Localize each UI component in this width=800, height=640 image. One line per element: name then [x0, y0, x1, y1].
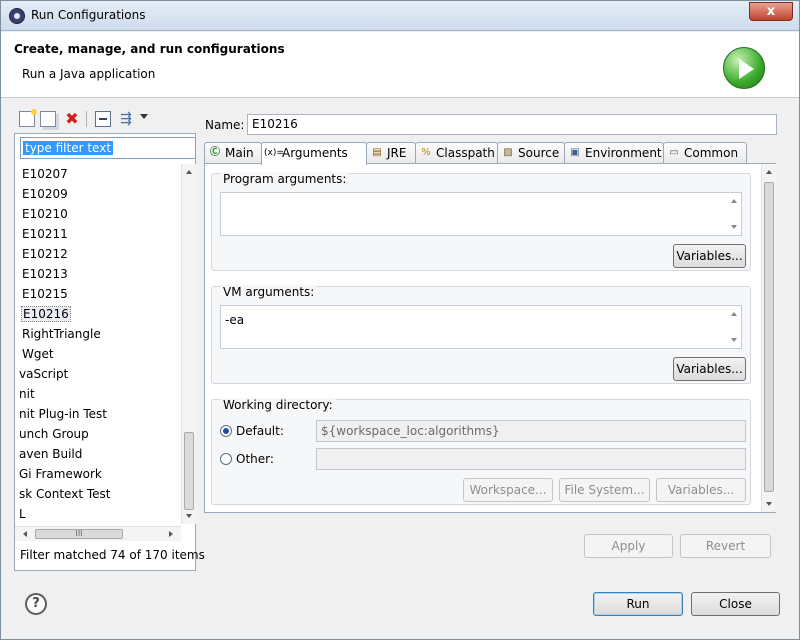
jre-tab-icon: ▤	[372, 147, 382, 158]
environment-tab-icon: ▣	[570, 147, 580, 158]
filter-placeholder: type filter text	[23, 141, 114, 155]
filter-input[interactable]: type filter text	[20, 137, 196, 159]
tree-item[interactable]: nit Plug-in Test	[19, 404, 107, 424]
configurations-toolbar: ✖ ⇶	[14, 108, 196, 132]
name-input[interactable]: E10216	[247, 114, 777, 135]
default-directory-field: ${workspace_loc:algorithms}	[316, 420, 746, 442]
filter-status: Filter matched 74 of 170 items	[20, 548, 205, 562]
scroll-thumb[interactable]	[184, 432, 194, 510]
file-system-button[interactable]: File System...	[559, 478, 650, 502]
default-radio[interactable]	[220, 425, 232, 437]
other-directory-field[interactable]	[316, 448, 746, 470]
tree-item[interactable]: Gi Framework	[19, 464, 102, 484]
scroll-up-icon[interactable]	[731, 312, 737, 316]
other-label: Other:	[236, 452, 274, 466]
scroll-up-icon[interactable]	[731, 199, 737, 203]
window-close-button[interactable]: x	[749, 2, 793, 21]
tab-jre[interactable]: ▤ JRE	[366, 142, 416, 164]
close-button[interactable]: Close	[691, 592, 780, 616]
program-arguments-label: Program arguments:	[221, 172, 349, 186]
tree-item[interactable]: sk Context Test	[19, 484, 110, 504]
vm-arguments-textarea[interactable]: -ea	[220, 305, 742, 349]
scroll-thumb[interactable]: III	[35, 529, 123, 539]
eclipse-icon	[9, 8, 25, 24]
working-directory-label: Working directory:	[221, 398, 335, 412]
tab-classpath[interactable]: % Classpath	[415, 142, 498, 164]
configurations-panel: type filter text E10207 E10209 E10210 E1…	[14, 133, 205, 571]
configurations-tree: E10207 E10209 E10210 E10211 E10212 E1021…	[15, 164, 179, 524]
new-config-icon[interactable]	[19, 109, 37, 127]
tree-item[interactable]: E10212	[22, 244, 68, 264]
tree-item[interactable]: RightTriangle	[22, 324, 101, 344]
common-tab-icon: ▭	[669, 147, 679, 158]
source-tab-icon: ▧	[503, 147, 513, 158]
tree-item[interactable]: E10211	[22, 224, 68, 244]
config-tabs: Ⓒ Main (x)= Arguments ▤ JRE % Classpath …	[204, 142, 776, 165]
tree-item[interactable]: E10210	[22, 204, 68, 224]
working-dir-variables-button[interactable]: Variables...	[656, 478, 746, 502]
arguments-tab-content: Program arguments: Variables... VM argum…	[204, 163, 776, 513]
apply-button[interactable]: Apply	[584, 534, 673, 558]
tree-item[interactable]: E10215	[22, 284, 68, 304]
scroll-thumb[interactable]	[764, 182, 774, 492]
program-arguments-group: Program arguments: Variables...	[211, 172, 751, 271]
revert-button[interactable]: Revert	[680, 534, 771, 558]
program-variables-button[interactable]: Variables...	[673, 244, 746, 268]
tree-item[interactable]: nit	[19, 384, 35, 404]
scroll-right-icon[interactable]	[169, 531, 173, 537]
default-label: Default:	[236, 424, 284, 438]
vm-arguments-group: VM arguments: -ea Variables...	[211, 285, 751, 384]
workspace-button[interactable]: Workspace...	[463, 478, 553, 502]
filter-icon[interactable]: ⇶	[118, 111, 134, 127]
tab-source[interactable]: ▧ Source	[497, 142, 565, 164]
title-bar: Run Configurations x	[1, 1, 799, 31]
tab-common[interactable]: ▭ Common	[663, 142, 747, 164]
tree-vertical-scrollbar[interactable]	[181, 164, 196, 524]
scroll-down-icon[interactable]	[766, 502, 772, 506]
scroll-down-icon[interactable]	[731, 338, 737, 342]
window-title: Run Configurations	[31, 8, 146, 22]
tab-main[interactable]: Ⓒ Main	[204, 142, 262, 164]
tab-arguments[interactable]: (x)= Arguments	[261, 142, 367, 165]
tree-item[interactable]: E10209	[22, 184, 68, 204]
scroll-left-icon[interactable]	[23, 531, 27, 537]
vm-variables-button[interactable]: Variables...	[673, 357, 746, 381]
toolbar-separator	[86, 111, 87, 127]
tree-horizontal-scrollbar[interactable]: III	[15, 526, 181, 541]
run-button[interactable]: Run	[593, 592, 683, 616]
dropdown-arrow-icon[interactable]	[140, 114, 148, 119]
run-configurations-dialog: Run Configurations x Create, manage, and…	[0, 0, 800, 640]
header-title: Create, manage, and run configurations	[14, 42, 285, 56]
arguments-tab-icon: (x)=	[264, 148, 284, 158]
vm-arguments-label: VM arguments:	[221, 285, 317, 299]
main-tab-icon: Ⓒ	[210, 147, 220, 158]
scroll-down-icon[interactable]	[186, 514, 192, 518]
content-vertical-scrollbar[interactable]	[761, 164, 776, 512]
scroll-up-icon[interactable]	[186, 170, 192, 174]
tree-item[interactable]: unch Group	[19, 424, 89, 444]
tab-environment[interactable]: ▣ Environment	[564, 142, 664, 164]
other-radio[interactable]	[220, 453, 232, 465]
scroll-up-icon[interactable]	[766, 170, 772, 174]
header-subtitle: Run a Java application	[22, 67, 156, 81]
tree-item[interactable]: aven Build	[19, 444, 82, 464]
classpath-tab-icon: %	[421, 147, 431, 158]
scroll-down-icon[interactable]	[731, 225, 737, 229]
working-directory-group: Working directory: Default: ${workspace_…	[211, 398, 751, 505]
dialog-header: Create, manage, and run configurations R…	[1, 32, 799, 98]
program-arguments-textarea[interactable]	[220, 192, 742, 236]
delete-config-icon[interactable]: ✖	[64, 111, 80, 127]
name-label: Name:	[205, 118, 245, 132]
run-play-icon	[723, 47, 765, 89]
tree-item[interactable]: E10213	[22, 264, 68, 284]
tree-item[interactable]: Wget	[22, 344, 54, 364]
tree-item-selected[interactable]: E10216	[21, 304, 71, 324]
tree-item[interactable]: E10207	[22, 164, 68, 184]
duplicate-config-icon[interactable]	[40, 111, 56, 127]
help-icon[interactable]: ?	[25, 593, 47, 615]
collapse-all-icon[interactable]	[95, 111, 111, 127]
tree-item[interactable]: L	[19, 504, 26, 524]
tree-item[interactable]: vaScript	[19, 364, 68, 384]
